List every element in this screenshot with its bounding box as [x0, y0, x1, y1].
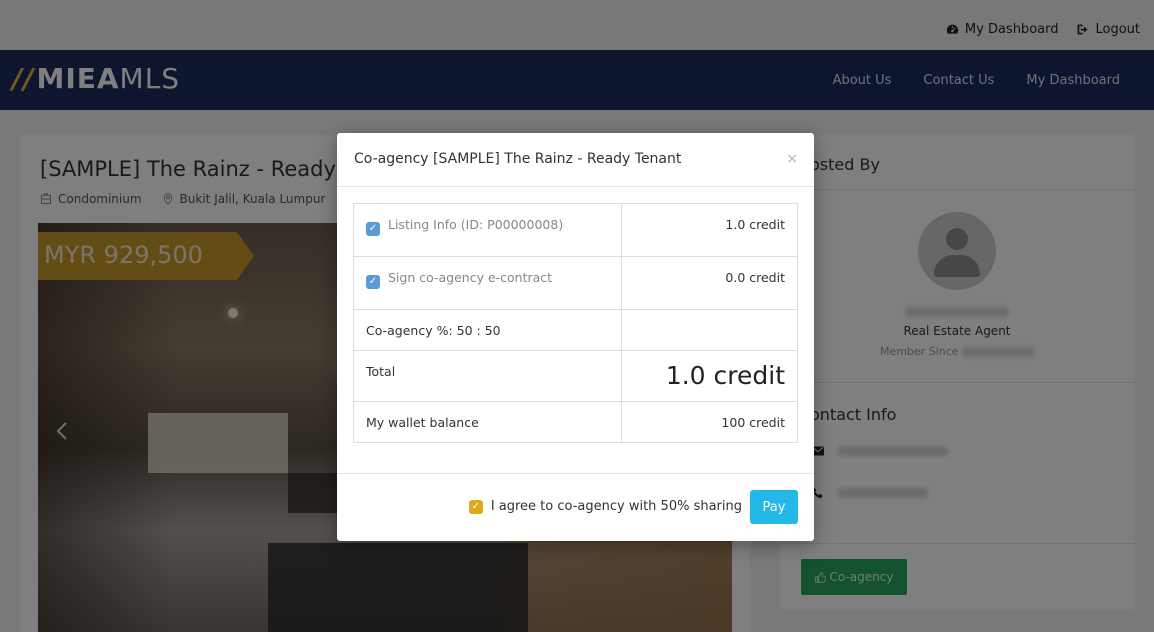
- table-row: Co-agency %: 50 : 50: [353, 309, 798, 351]
- credit-summary-table: ✓ Listing Info (ID: P00000008) 1.0 credit…: [353, 203, 798, 443]
- pay-button[interactable]: Pay: [750, 490, 798, 524]
- agree-checkbox-label[interactable]: ✓ I agree to co-agency with 50% sharing: [468, 499, 742, 514]
- coagency-percent-label: Co-agency %: 50 : 50: [353, 309, 622, 351]
- coagency-percent-value: [621, 309, 798, 351]
- total-value: 1.0 credit: [621, 350, 798, 402]
- econtract-checkbox[interactable]: ✓: [366, 275, 380, 289]
- listing-info-label: Listing Info (ID: P00000008): [388, 217, 564, 232]
- close-icon[interactable]: ×: [786, 151, 798, 167]
- total-label: Total: [353, 350, 622, 402]
- modal-header: Co-agency [SAMPLE] The Rainz - Ready Ten…: [337, 133, 814, 187]
- table-row: ✓ Sign co-agency e-contract 0.0 credit: [353, 256, 798, 310]
- wallet-balance-label: My wallet balance: [353, 401, 622, 443]
- modal-title: Co-agency [SAMPLE] The Rainz - Ready Ten…: [354, 151, 682, 167]
- table-row: My wallet balance 100 credit: [353, 401, 798, 443]
- listing-info-cell[interactable]: ✓ Listing Info (ID: P00000008): [353, 203, 622, 257]
- wallet-balance-value: 100 credit: [621, 401, 798, 443]
- coagency-modal: Co-agency [SAMPLE] The Rainz - Ready Ten…: [337, 133, 814, 541]
- table-row: Total 1.0 credit: [353, 350, 798, 402]
- agree-checkbox[interactable]: ✓: [468, 499, 483, 514]
- econtract-label: Sign co-agency e-contract: [388, 270, 553, 285]
- econtract-value: 0.0 credit: [621, 256, 798, 310]
- listing-info-checkbox[interactable]: ✓: [366, 222, 380, 236]
- agree-text: I agree to co-agency with 50% sharing: [490, 499, 742, 514]
- listing-info-value: 1.0 credit: [621, 203, 798, 257]
- modal-footer: ✓ I agree to co-agency with 50% sharing …: [337, 473, 814, 541]
- table-row: ✓ Listing Info (ID: P00000008) 1.0 credit: [353, 203, 798, 257]
- econtract-cell[interactable]: ✓ Sign co-agency e-contract: [353, 256, 622, 310]
